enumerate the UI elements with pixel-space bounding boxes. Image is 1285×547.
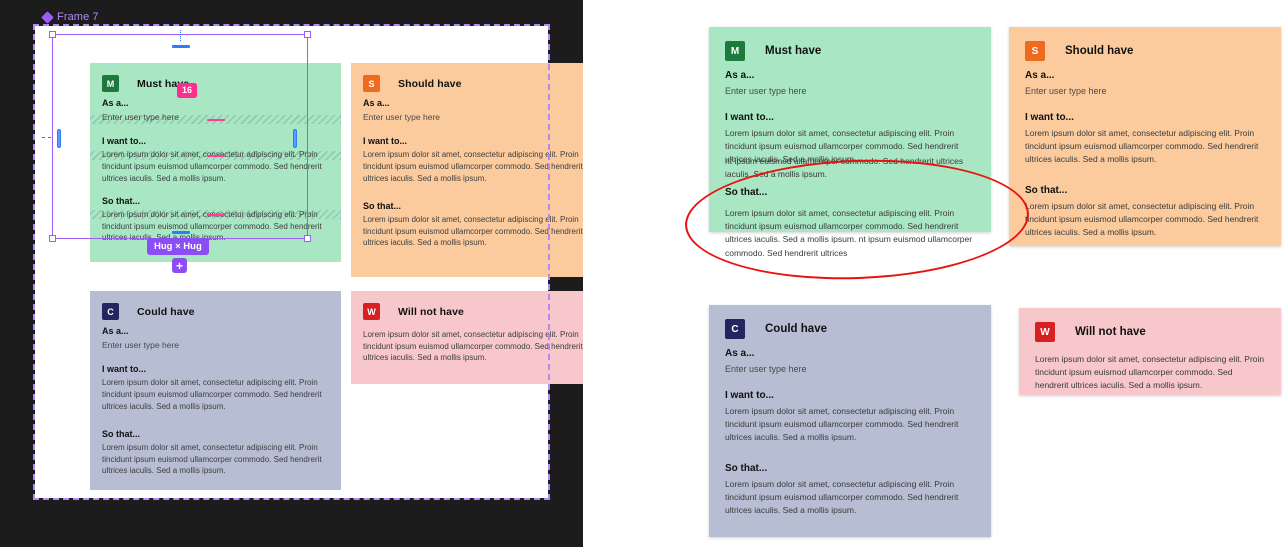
badge-will-icon: W	[1035, 322, 1055, 342]
card-header: W Will not have	[363, 303, 586, 320]
i-want-to-label: I want to...	[725, 389, 774, 401]
card-will-not-have[interactable]: W Will not have Lorem ipsum dolor sit am…	[351, 291, 598, 384]
as-a-label: As a...	[725, 70, 755, 81]
so-that-label: So that...	[725, 463, 768, 475]
diamond-component-icon	[41, 10, 54, 24]
card-could-have[interactable]: C Could have As a... Enter user type her…	[90, 291, 341, 490]
as-a-placeholder[interactable]: Enter user type here	[363, 111, 586, 123]
card-title: Could have	[137, 305, 195, 318]
card-must-have[interactable]: M Must have As a... Enter user type here…	[90, 63, 341, 262]
as-a-placeholder[interactable]: Enter user type here	[725, 85, 975, 99]
will-not-have-body[interactable]: Lorem ipsum dolor sit amet, consectetur …	[1035, 353, 1265, 393]
padding-guide-dotted	[180, 30, 181, 41]
card-title: Will not have	[1075, 326, 1146, 338]
card-title: Will not have	[398, 305, 464, 318]
i-want-to-label: I want to...	[102, 364, 146, 375]
i-want-to-label: I want to...	[363, 136, 407, 147]
i-want-to-body[interactable]: Lorem ipsum dolor sit amet, consectetur …	[725, 405, 975, 445]
badge-could-icon: C	[102, 303, 119, 320]
so-that-body-clipped[interactable]: Lorem ipsum dolor sit amet, consectetur …	[725, 207, 977, 260]
card-should-have[interactable]: S Should have As a... Enter user type he…	[351, 63, 598, 277]
badge-must-icon: M	[725, 41, 745, 61]
so-that-label: So that...	[102, 429, 140, 440]
frame-label[interactable]: Frame 7	[41, 10, 99, 24]
so-that-body[interactable]: Lorem ipsum dolor sit amet, consectetur …	[363, 214, 586, 249]
frame-label-text: Frame 7	[57, 11, 99, 23]
so-that-label-overlapped: So that...	[725, 187, 768, 198]
rendered-result-pane: M Must have As a... Enter user type here…	[583, 0, 1285, 547]
so-that-label: So that...	[1025, 185, 1068, 197]
badge-should-icon: S	[1025, 41, 1045, 61]
overflow-text-fragment: nt ipsum euismod ullamcorper commodo. Se…	[725, 156, 964, 180]
result-card-should-have[interactable]: S Should have As a... Enter user type he…	[1009, 27, 1281, 246]
i-want-to-body[interactable]: Lorem ipsum dolor sit amet, consectetur …	[1025, 127, 1265, 167]
card-header: S Should have	[1025, 41, 1265, 61]
as-a-label: As a...	[102, 98, 129, 108]
card-title: Should have	[398, 77, 462, 90]
so-that-label: So that...	[363, 201, 401, 212]
frame-surface[interactable]: M Must have As a... Enter user type here…	[35, 26, 598, 498]
add-item-button[interactable]: +	[172, 258, 187, 273]
will-not-have-body[interactable]: Lorem ipsum dolor sit amet, consectetur …	[363, 329, 586, 364]
so-that-body[interactable]: Lorem ipsum dolor sit amet, consectetur …	[725, 478, 975, 518]
so-that-body[interactable]: Lorem ipsum dolor sit amet, consectetur …	[1025, 200, 1265, 240]
as-a-label: As a...	[1025, 70, 1055, 81]
padding-guide-right	[293, 129, 297, 148]
i-want-to-label: I want to...	[1025, 111, 1074, 123]
i-want-to-label: I want to...	[725, 111, 774, 123]
so-that-body[interactable]: Lorem ipsum dolor sit amet, consectetur …	[102, 442, 329, 477]
as-a-placeholder[interactable]: Enter user type here	[1025, 85, 1265, 99]
badge-could-icon: C	[725, 319, 745, 339]
spacing-value-badge[interactable]: 16	[177, 83, 198, 98]
i-want-to-body[interactable]: Lorem ipsum dolor sit amet, consectetur …	[102, 377, 329, 412]
padding-guide-top	[172, 45, 190, 48]
so-that-body[interactable]: Lorem ipsum dolor sit amet, consectetur …	[102, 209, 329, 244]
badge-will-icon: W	[363, 303, 380, 320]
card-header: W Will not have	[1035, 322, 1265, 342]
card-title: Should have	[1065, 45, 1134, 57]
as-a-label: As a...	[363, 98, 390, 108]
card-header: C Could have	[102, 303, 329, 320]
result-card-must-have[interactable]: M Must have As a... Enter user type here…	[709, 27, 991, 258]
i-want-to-body[interactable]: Lorem ipsum dolor sit amet, consectetur …	[363, 149, 586, 184]
card-header: M Must have	[102, 75, 329, 92]
badge-must-icon: M	[102, 75, 119, 92]
i-want-to-body[interactable]: Lorem ipsum dolor sit amet, consectetur …	[102, 149, 329, 184]
as-a-label: As a...	[725, 348, 755, 359]
result-card-could-have[interactable]: C Could have As a... Enter user type her…	[709, 305, 991, 537]
so-that-label: So that...	[102, 196, 140, 207]
result-card-will-not-have[interactable]: W Will not have Lorem ipsum dolor sit am…	[1019, 308, 1281, 395]
card-header: C Could have	[725, 319, 975, 339]
as-a-placeholder[interactable]: Enter user type here	[725, 363, 975, 377]
card-title: Could have	[765, 323, 827, 335]
padding-guide-bottom	[172, 231, 190, 234]
as-a-label: As a...	[102, 326, 129, 336]
badge-should-icon: S	[363, 75, 380, 92]
hug-sizing-badge[interactable]: Hug × Hug	[147, 238, 209, 256]
card-title: Must have	[765, 45, 822, 57]
padding-guide-left	[57, 129, 61, 148]
card-header: M Must have	[725, 41, 975, 61]
as-a-placeholder[interactable]: Enter user type here	[102, 111, 329, 123]
padding-guide-dashed-left	[42, 137, 51, 138]
as-a-placeholder[interactable]: Enter user type here	[102, 339, 329, 351]
card-header: S Should have	[363, 75, 586, 92]
figma-canvas[interactable]: Frame 7 M Must have As a... Enter user t…	[0, 0, 598, 547]
